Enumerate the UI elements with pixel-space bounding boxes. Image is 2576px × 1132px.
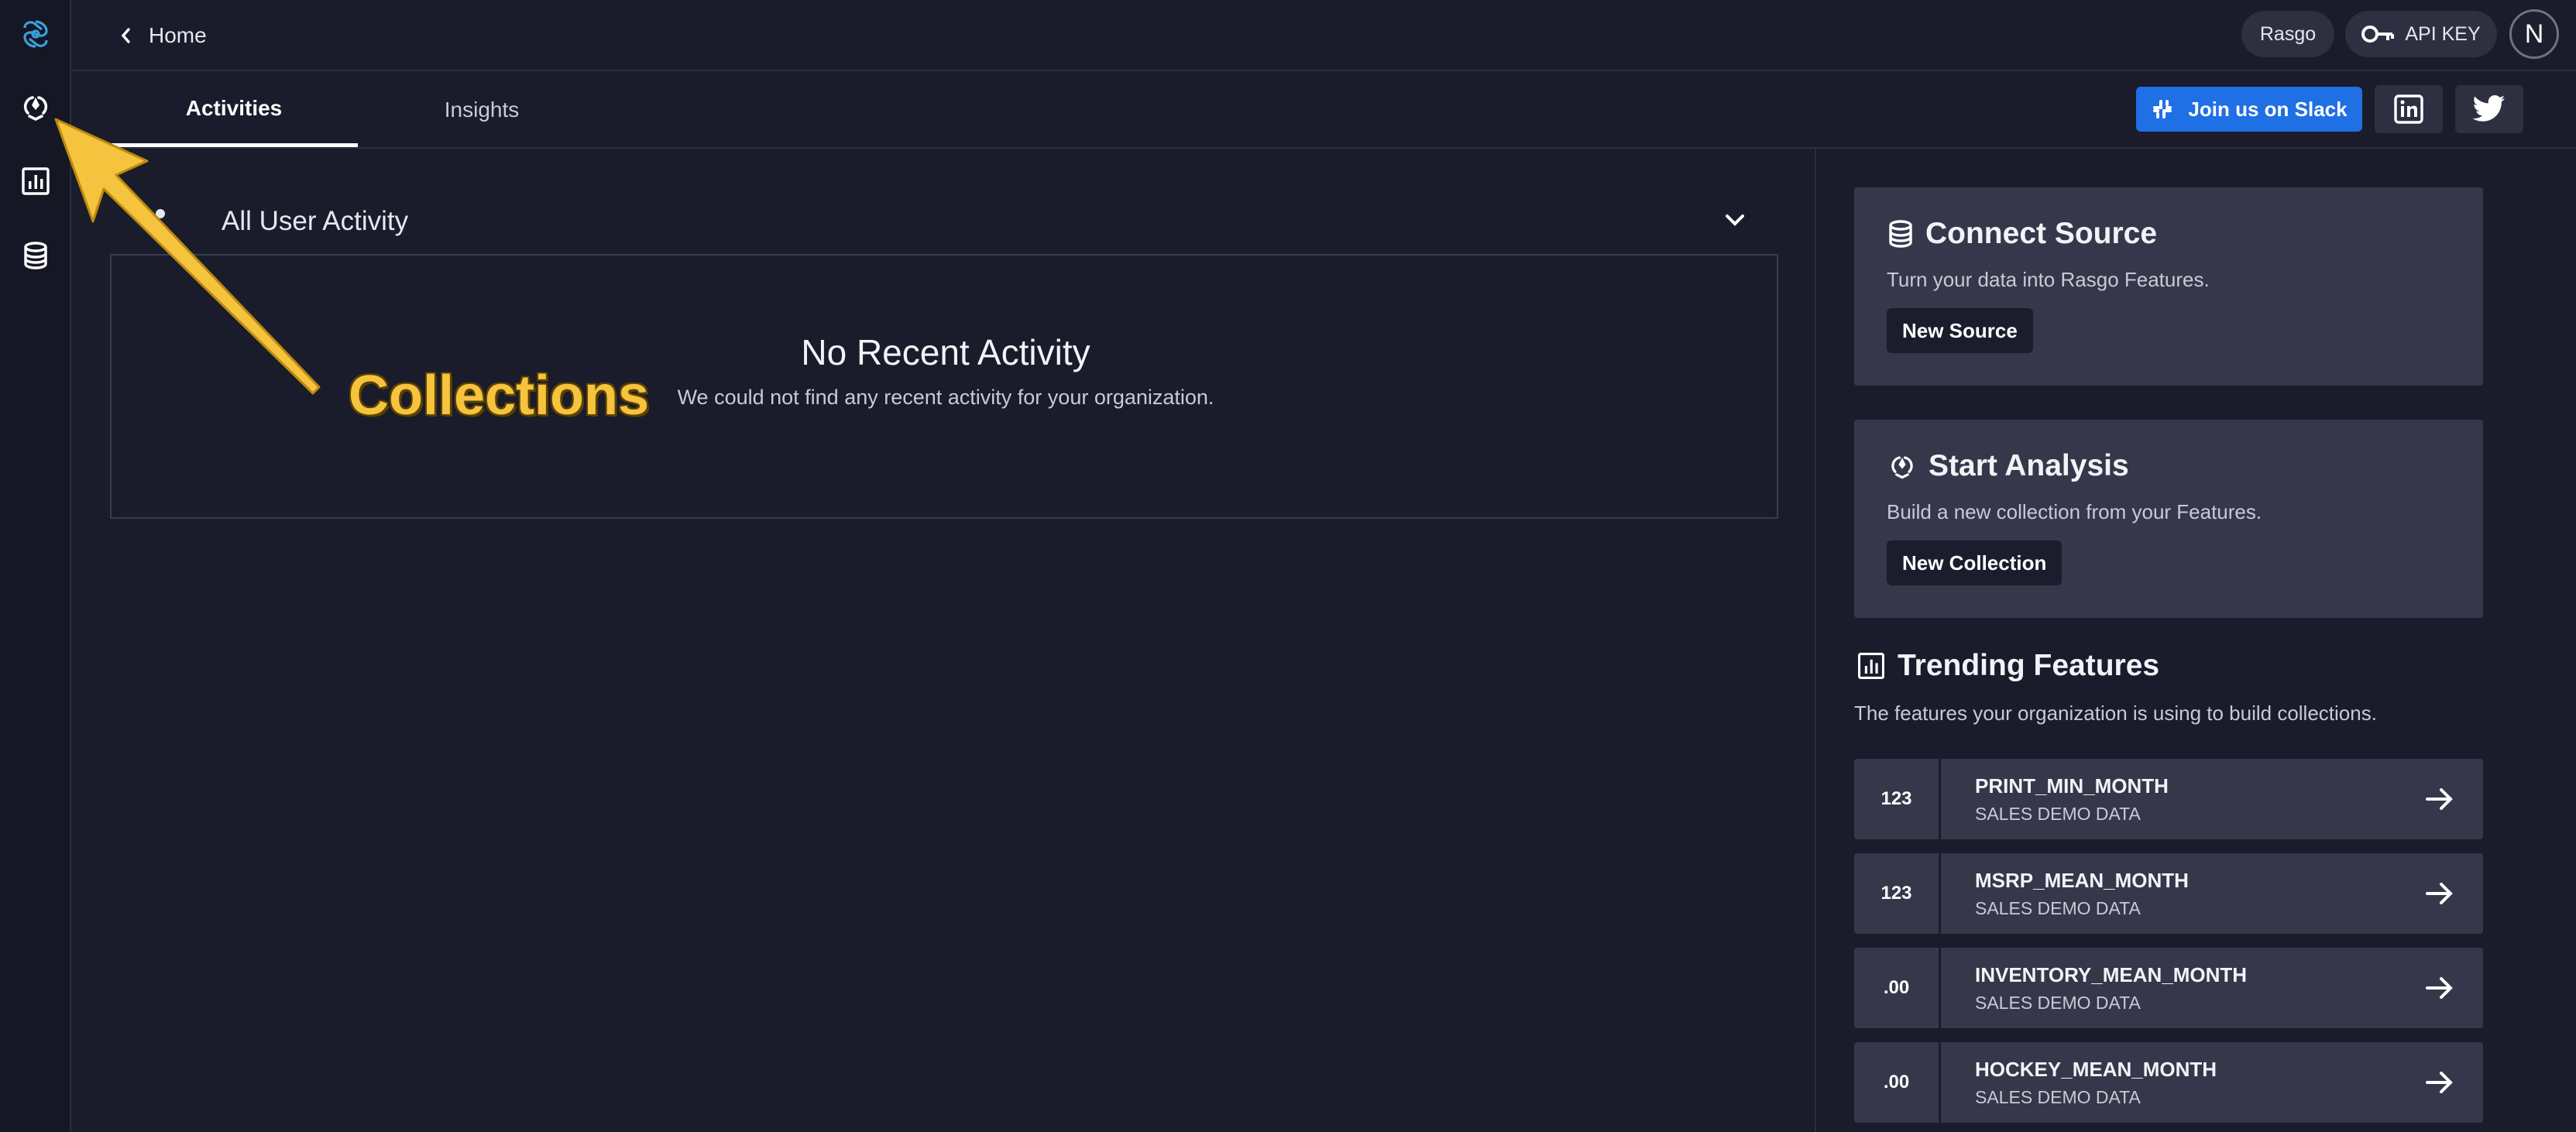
callout-arrow xyxy=(54,118,321,395)
app-root: Home Rasgo API KEY N Activities Insights xyxy=(0,0,2576,1132)
callout-label: Collections xyxy=(349,365,650,427)
